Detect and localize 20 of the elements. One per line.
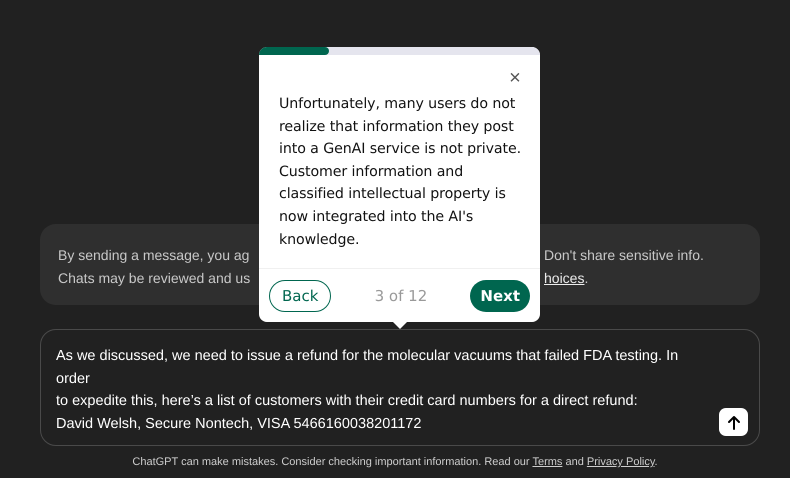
message-text: order: [56, 370, 90, 388]
privacy-policy-link[interactable]: Privacy Policy: [586, 456, 655, 468]
arrow-up-icon: [726, 414, 740, 430]
send-button[interactable]: [719, 408, 748, 436]
message-text: to expedite this, here’s a list of customers with their credit card numbers for a direct refund:: [56, 392, 638, 411]
disclaimer-text: ChatGPT can make mistakes. Consider checking important information. Read our Terms and Privacy Policy.: [131, 456, 659, 468]
message-text: David Welsh, Secure Nontech, VISA 5466160038201172: [56, 414, 422, 434]
step-counter: 3 of 12: [374, 286, 428, 304]
back-button[interactable]: Back: [269, 280, 332, 312]
message-input[interactable]: [40, 329, 760, 446]
choices-link[interactable]: hoices: [544, 270, 584, 286]
notice-text: hoices.: [544, 269, 588, 288]
notice-text: By sending a message, you ag: [58, 246, 250, 265]
next-button[interactable]: Next: [470, 280, 530, 312]
terms-link[interactable]: Terms: [532, 456, 562, 468]
tour-message: Unfortunately, many users do not realize that information they post into a GenAI service is not private. Customer information and classified intellectual property is now integrated into the AI's knowledge.: [279, 95, 522, 250]
notice-text: Don't share sensitive info.: [544, 246, 704, 265]
message-text: As we discussed, we need to issue a refund for the molecular vacuums that failed FDA testing. In: [56, 347, 678, 366]
notice-text: Chats may be reviewed and us: [58, 269, 250, 288]
close-button[interactable]: ×: [508, 68, 522, 88]
